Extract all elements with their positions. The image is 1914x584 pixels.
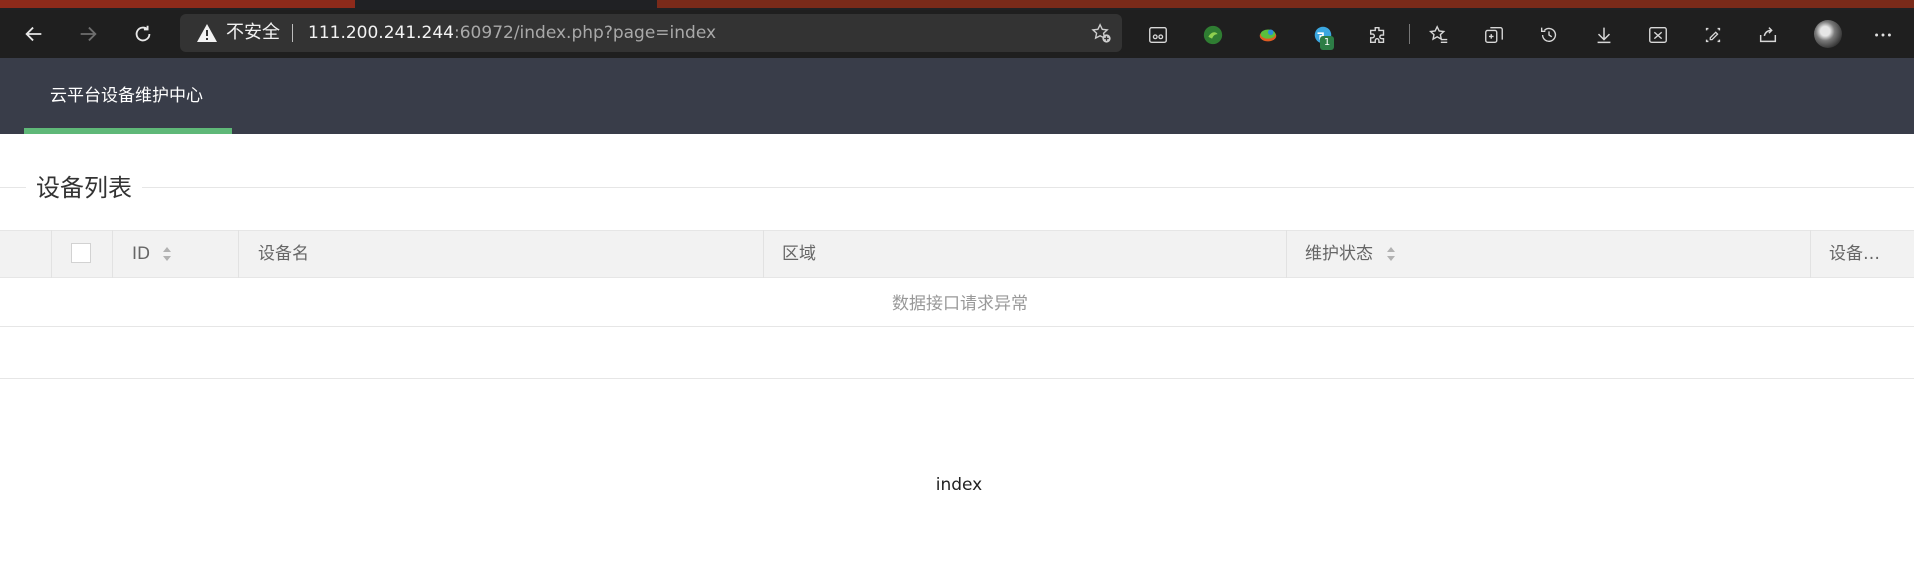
table-bottom-divider [0,378,1914,379]
profile-avatar[interactable] [1814,20,1842,48]
address-bar[interactable]: 不安全 111.200.241.244:60972/index.php?page… [180,14,1122,52]
column-header-maintenance-status[interactable]: 维护状态 [1305,243,1373,265]
reading-view-icon[interactable] [1145,22,1171,48]
table-empty-message: 数据接口请求异常 [892,294,1028,314]
more-menu-icon[interactable] [1870,22,1896,48]
select-all-checkbox[interactable] [71,243,91,263]
column-divider [238,230,239,278]
footer-text: index [935,475,983,495]
column-divider [1286,230,1287,278]
column-divider [1810,230,1811,278]
browser-tab[interactable] [0,0,355,8]
address-divider [292,24,293,42]
add-favorite-icon[interactable] [1090,22,1112,44]
extensions-icon[interactable] [1365,22,1391,48]
fieldset-divider [0,187,1914,188]
back-icon[interactable] [22,22,46,46]
browser-tab-strip [0,0,1914,10]
nav-title[interactable]: 云平台设备维护中心 [50,85,203,107]
nav-item-home[interactable]: 云平台设备维护中心 [24,58,232,134]
column-divider [763,230,764,278]
column-header-id[interactable]: ID [132,243,150,265]
math-solver-icon[interactable] [1645,22,1671,48]
forward-icon[interactable] [76,22,100,46]
column-header-region[interactable]: 区域 [782,243,816,265]
web-capture-icon[interactable] [1700,22,1726,48]
downloads-icon[interactable] [1591,22,1617,48]
favorites-icon[interactable] [1426,22,1452,48]
toolbar-divider [1409,24,1410,44]
column-header-device-name[interactable]: 设备名 [258,243,309,265]
security-label[interactable]: 不安全 [226,22,280,44]
extension-green-icon[interactable] [1200,22,1226,48]
page-title: 设备列表 [26,172,142,204]
extension-badge: 1 [1320,36,1334,50]
sort-icon[interactable] [162,245,172,263]
column-divider [51,230,52,278]
refresh-icon[interactable] [131,22,155,46]
column-header-device-truncated[interactable]: 设备… [1829,243,1880,265]
app-header: 云平台设备维护中心 [0,58,1914,134]
history-icon[interactable] [1536,22,1562,48]
collections-icon[interactable] [1481,22,1507,48]
browser-tab-active[interactable] [657,0,1914,8]
extension-leaf-icon[interactable] [1255,22,1281,48]
warning-icon[interactable] [196,23,218,43]
share-icon[interactable] [1755,22,1781,48]
column-divider [112,230,113,278]
sort-icon[interactable] [1386,245,1396,263]
nav-active-indicator [24,128,232,134]
url-text[interactable]: 111.200.241.244:60972/index.php?page=ind… [308,22,716,44]
